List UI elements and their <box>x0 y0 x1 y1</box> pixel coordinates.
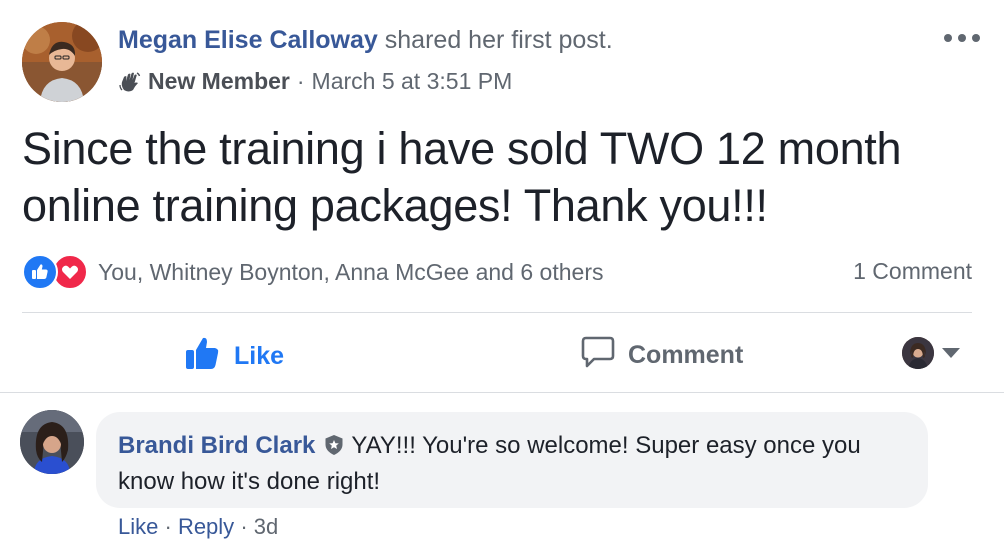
post-timestamp[interactable]: March 5 at 3:51 PM <box>312 68 513 95</box>
comment-bubble: Brandi Bird Clark YAY!!! You're so welco… <box>96 412 928 508</box>
reactions-summary[interactable]: You, Whitney Boynton, Anna McGee and 6 o… <box>22 254 603 290</box>
comment-reply-link[interactable]: Reply <box>178 514 234 539</box>
comment-time[interactable]: 3d <box>254 514 278 539</box>
divider <box>22 312 972 313</box>
comment-button[interactable]: Comment <box>580 334 743 377</box>
divider <box>0 392 1004 393</box>
like-icon <box>22 254 58 290</box>
post-as-selector[interactable] <box>902 337 960 369</box>
thumbs-up-icon <box>184 334 234 379</box>
author-action-text: shared her first post. <box>384 26 613 54</box>
chevron-down-icon <box>942 348 960 358</box>
current-user-avatar <box>902 337 934 369</box>
meta-separator: · <box>296 68 305 94</box>
comment-like-link[interactable]: Like <box>118 514 158 539</box>
new-member-badge: New Member <box>148 68 290 94</box>
comment-label: Comment <box>628 341 744 369</box>
comment-count-link[interactable]: 1 Comment <box>853 258 972 285</box>
comment-links-separator: · <box>240 514 248 539</box>
author-avatar[interactable] <box>22 22 102 102</box>
author-name-link[interactable]: Megan Elise Calloway <box>118 26 378 54</box>
admin-shield-icon <box>323 431 345 455</box>
feed-post: Megan Elise Calloway shared her first po… <box>0 0 1004 539</box>
post-body-text: Since the training i have sold TWO 12 mo… <box>22 123 902 231</box>
waving-hand-icon <box>118 70 142 94</box>
commenter-name-link[interactable]: Brandi Bird Clark <box>118 432 315 459</box>
post-meta: New Member · March 5 at 3:51 PM <box>118 68 512 95</box>
reaction-names[interactable]: You, Whitney Boynton, Anna McGee and 6 o… <box>98 259 603 286</box>
comment-links-separator: · <box>164 514 172 539</box>
like-label: Like <box>234 342 285 370</box>
like-button[interactable]: Like <box>184 334 284 379</box>
speech-bubble-icon <box>580 334 628 377</box>
post-header: Megan Elise Calloway shared her first po… <box>118 26 613 55</box>
comment-actions: Like · Reply · 3d <box>118 514 278 540</box>
commenter-avatar[interactable] <box>20 410 84 474</box>
ellipsis-icon[interactable] <box>944 26 980 50</box>
